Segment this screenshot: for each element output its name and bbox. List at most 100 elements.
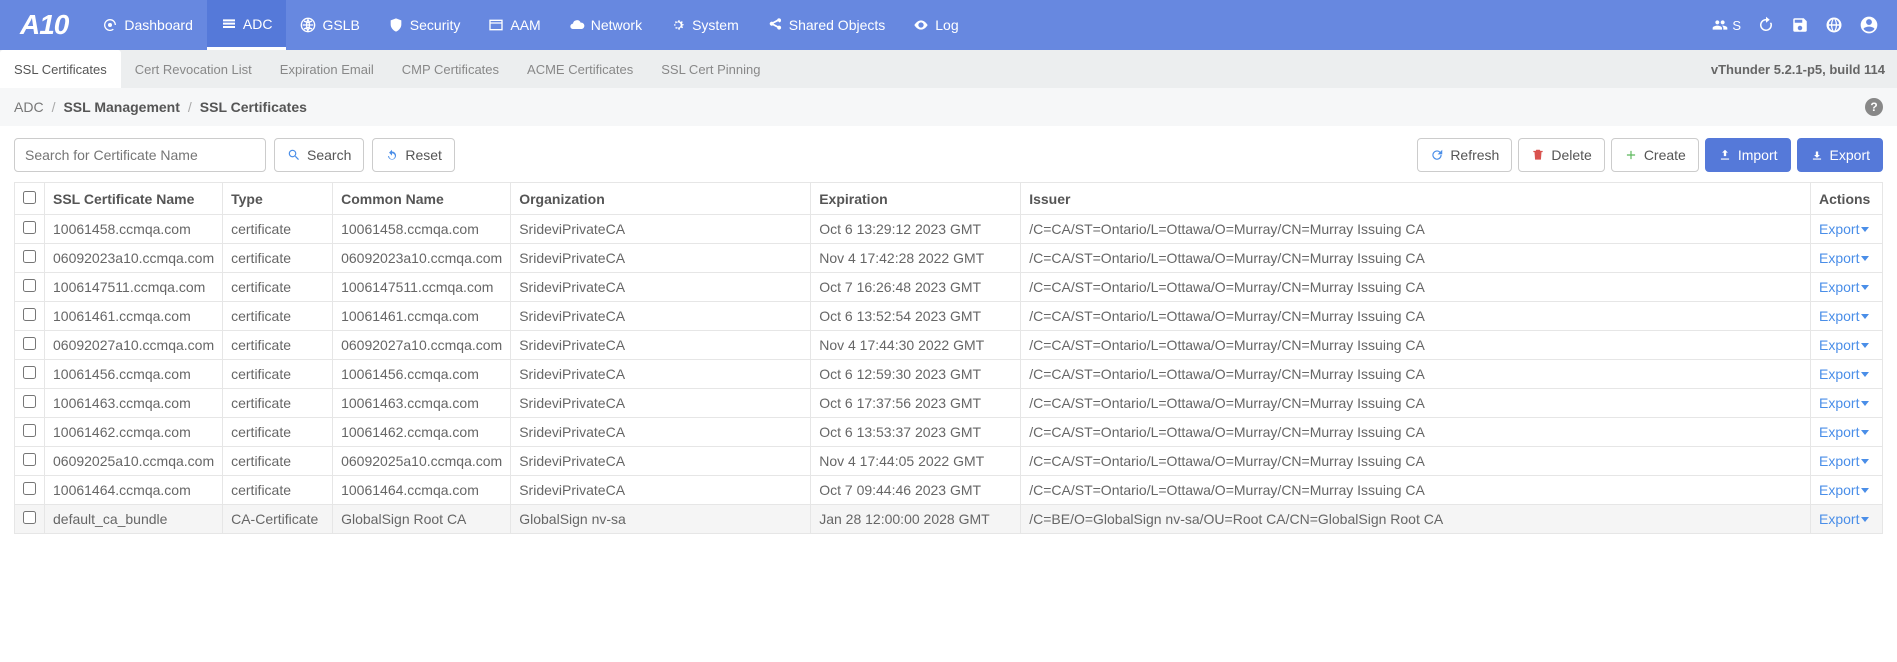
tab-cmp-certificates[interactable]: CMP Certificates	[388, 50, 513, 88]
cell-name[interactable]: 06092023a10.ccmqa.com	[53, 250, 214, 266]
row-export-link[interactable]: Export	[1819, 279, 1869, 295]
cell-type: CA-Certificate	[231, 511, 318, 527]
search-button[interactable]: Search	[274, 138, 364, 172]
top-nav: A10 DashboardADCGSLBSecurityAAMNetworkSy…	[0, 0, 1897, 50]
cell-type: certificate	[231, 453, 291, 469]
caret-down-icon	[1861, 343, 1869, 348]
row-checkbox[interactable]	[23, 337, 36, 350]
th-common-name[interactable]: Common Name	[333, 183, 511, 215]
globe-nav-icon[interactable]	[1817, 16, 1851, 34]
row-checkbox[interactable]	[23, 308, 36, 321]
caret-down-icon	[1861, 401, 1869, 406]
dashboard-icon	[102, 17, 118, 33]
cell-name[interactable]: 10061456.ccmqa.com	[53, 366, 214, 382]
export-button[interactable]: Export	[1797, 138, 1883, 172]
th-issuer[interactable]: Issuer	[1021, 183, 1811, 215]
th-actions: Actions	[1811, 183, 1883, 215]
row-export-link[interactable]: Export	[1819, 395, 1869, 411]
cell-type: certificate	[231, 221, 291, 237]
row-checkbox[interactable]	[23, 395, 36, 408]
nav-item-shared-objects[interactable]: Shared Objects	[753, 0, 900, 50]
caret-down-icon	[1861, 256, 1869, 261]
row-export-link[interactable]: Export	[1819, 453, 1869, 469]
cell-name[interactable]: default_ca_bundle	[53, 511, 214, 527]
tab-acme-certificates[interactable]: ACME Certificates	[513, 50, 647, 88]
breadcrumb-item-1[interactable]: SSL Management	[63, 99, 179, 115]
cell-name[interactable]: 1006147511.ccmqa.com	[53, 279, 214, 295]
row-checkbox[interactable]	[23, 250, 36, 263]
cell-name[interactable]: 10061463.ccmqa.com	[53, 395, 214, 411]
cell-organization: SrideviPrivateCA	[519, 308, 625, 324]
row-export-link[interactable]: Export	[1819, 308, 1869, 324]
breadcrumb-item-2[interactable]: SSL Certificates	[200, 99, 307, 115]
nav-item-system[interactable]: System	[656, 0, 753, 50]
cell-name[interactable]: 10061458.ccmqa.com	[53, 221, 214, 237]
delete-button[interactable]: Delete	[1518, 138, 1604, 172]
tab-cert-revocation-list[interactable]: Cert Revocation List	[121, 50, 266, 88]
refresh-nav-icon[interactable]	[1749, 16, 1783, 34]
row-export-link[interactable]: Export	[1819, 424, 1869, 440]
cell-organization: SrideviPrivateCA	[519, 279, 625, 295]
row-checkbox[interactable]	[23, 366, 36, 379]
cell-organization: SrideviPrivateCA	[519, 482, 625, 498]
nav-item-gslb[interactable]: GSLB	[286, 0, 373, 50]
content: Search Reset Refresh Delete Create	[0, 126, 1897, 546]
user-badge[interactable]: S	[1704, 17, 1749, 33]
row-checkbox[interactable]	[23, 279, 36, 292]
cell-organization: SrideviPrivateCA	[519, 250, 625, 266]
cell-name[interactable]: 10061461.ccmqa.com	[53, 308, 214, 324]
cell-expiration: Oct 7 16:26:48 2023 GMT	[819, 279, 981, 295]
cell-expiration: Jan 28 12:00:00 2028 GMT	[819, 511, 989, 527]
cell-name[interactable]: 06092025a10.ccmqa.com	[53, 453, 214, 469]
cell-type: certificate	[231, 337, 291, 353]
save-nav-icon[interactable]	[1783, 16, 1817, 34]
create-button[interactable]: Create	[1611, 138, 1699, 172]
row-checkbox[interactable]	[23, 511, 36, 524]
th-name[interactable]: SSL Certificate Name	[45, 183, 223, 215]
cell-name[interactable]: 10061462.ccmqa.com	[53, 424, 214, 440]
row-export-link[interactable]: Export	[1819, 221, 1869, 237]
nav-item-network[interactable]: Network	[555, 0, 656, 50]
row-export-link[interactable]: Export	[1819, 366, 1869, 382]
row-export-link[interactable]: Export	[1819, 511, 1869, 527]
row-export-link[interactable]: Export	[1819, 337, 1869, 353]
row-checkbox[interactable]	[23, 482, 36, 495]
th-expiration[interactable]: Expiration	[811, 183, 1021, 215]
refresh-button[interactable]: Refresh	[1417, 138, 1512, 172]
nav-item-log[interactable]: Log	[899, 0, 972, 50]
row-checkbox[interactable]	[23, 221, 36, 234]
tab-ssl-certificates[interactable]: SSL Certificates	[0, 50, 121, 88]
caret-down-icon	[1861, 517, 1869, 522]
import-button[interactable]: Import	[1705, 138, 1791, 172]
cell-type: certificate	[231, 482, 291, 498]
search-icon	[287, 148, 301, 162]
cell-name[interactable]: 06092027a10.ccmqa.com	[53, 337, 214, 353]
row-checkbox[interactable]	[23, 453, 36, 466]
import-icon	[1718, 148, 1732, 162]
row-export-link[interactable]: Export	[1819, 482, 1869, 498]
breadcrumb-item-0[interactable]: ADC	[14, 99, 44, 115]
tab-expiration-email[interactable]: Expiration Email	[266, 50, 388, 88]
nav-item-label: System	[692, 17, 739, 33]
tab-ssl-cert-pinning[interactable]: SSL Cert Pinning	[647, 50, 774, 88]
search-input[interactable]	[14, 138, 266, 172]
nav-item-dashboard[interactable]: Dashboard	[88, 0, 207, 50]
th-organization[interactable]: Organization	[511, 183, 811, 215]
tabs: SSL CertificatesCert Revocation ListExpi…	[0, 50, 774, 88]
cell-common-name: 06092027a10.ccmqa.com	[341, 337, 502, 353]
reset-button[interactable]: Reset	[372, 138, 455, 172]
nav-item-adc[interactable]: ADC	[207, 0, 287, 50]
user-nav-icon[interactable]	[1851, 15, 1887, 35]
nav-item-aam[interactable]: AAM	[474, 0, 554, 50]
cell-expiration: Nov 4 17:42:28 2022 GMT	[819, 250, 984, 266]
help-icon[interactable]: ?	[1865, 98, 1883, 116]
select-all-checkbox[interactable]	[23, 191, 36, 204]
nav-item-security[interactable]: Security	[374, 0, 475, 50]
row-export-link[interactable]: Export	[1819, 250, 1869, 266]
cell-name[interactable]: 10061464.ccmqa.com	[53, 482, 214, 498]
export-icon	[1810, 148, 1824, 162]
th-type[interactable]: Type	[223, 183, 333, 215]
cell-expiration: Oct 6 13:53:37 2023 GMT	[819, 424, 981, 440]
row-checkbox[interactable]	[23, 424, 36, 437]
reset-button-label: Reset	[405, 147, 442, 163]
